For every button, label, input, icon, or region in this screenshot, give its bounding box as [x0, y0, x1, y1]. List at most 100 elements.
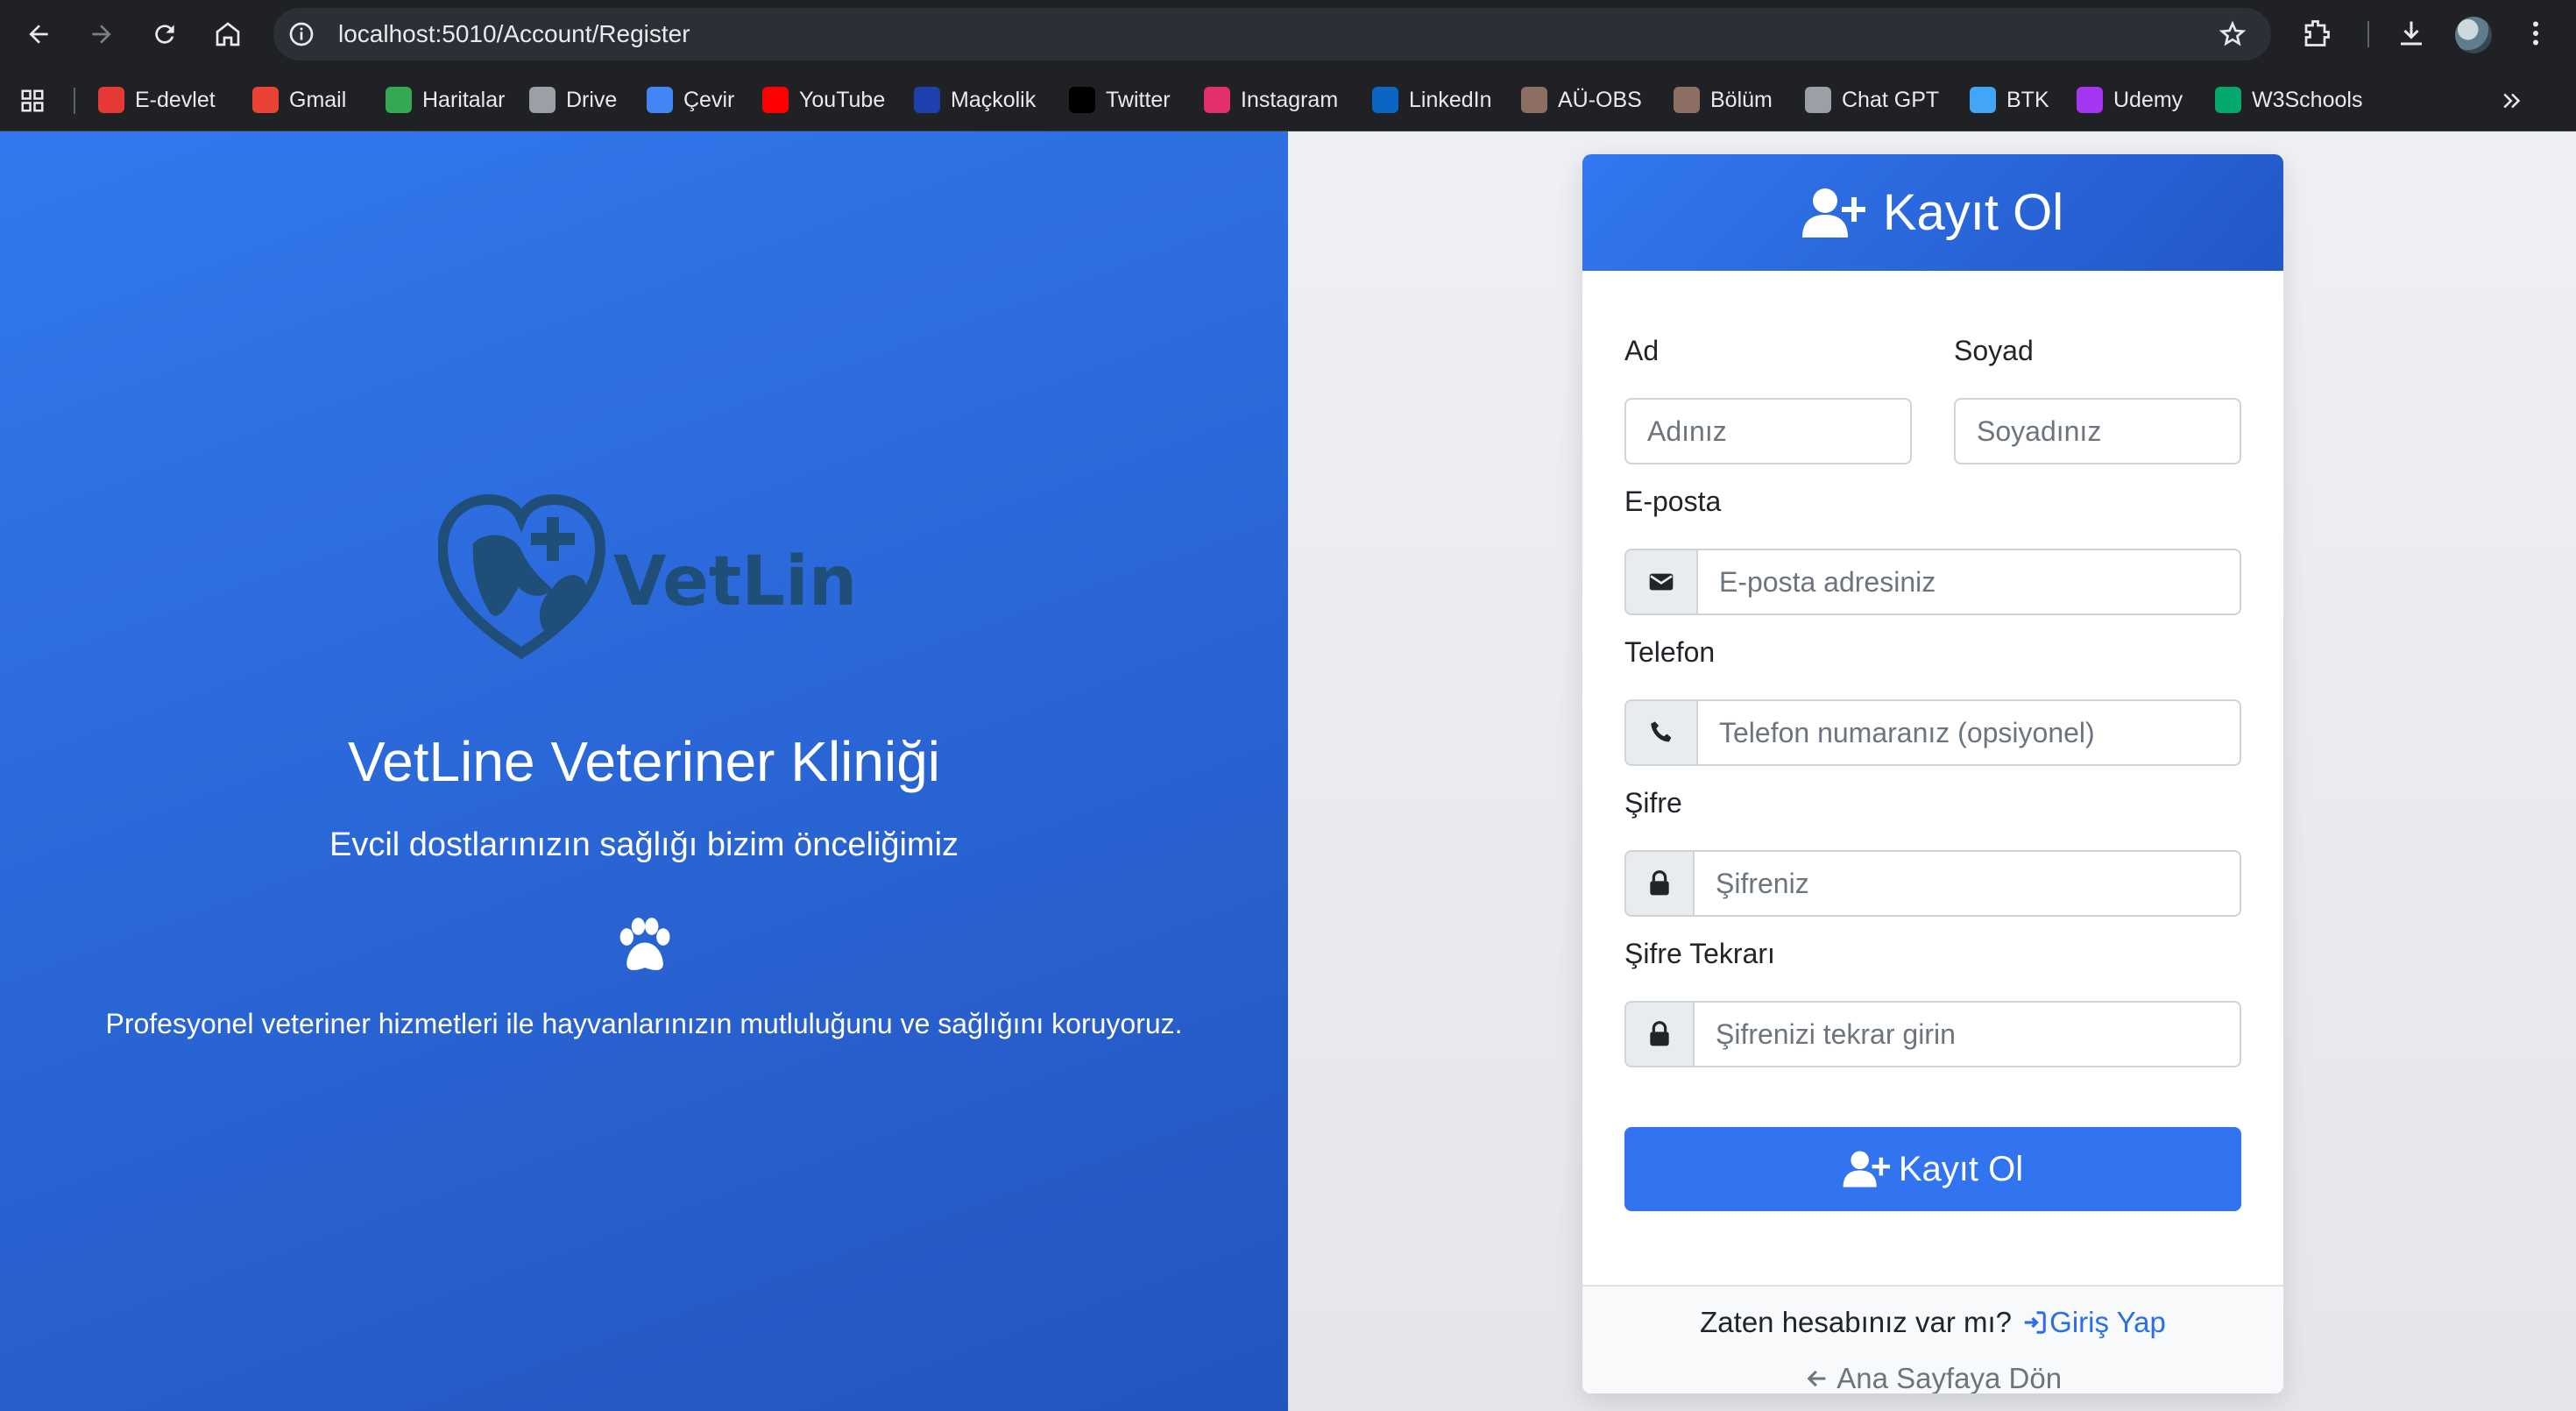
bookmark-label: AÜ-OBS	[1558, 87, 1642, 112]
back-arrow-icon	[29, 25, 48, 44]
bookmark-label: Instagram	[1241, 87, 1339, 112]
site-info-icon[interactable]	[287, 20, 315, 48]
last-name-input[interactable]: Soyadınız	[1954, 398, 2241, 464]
have-account-text: Zaten hesabınız var mı?	[1700, 1306, 2012, 1338]
bookmark-label: Gmail	[289, 87, 347, 112]
profile-avatar[interactable]	[2455, 17, 2492, 53]
download-icon[interactable]	[2396, 18, 2427, 49]
phone-label: Telefon	[1624, 636, 1716, 668]
btk-icon	[1970, 87, 1996, 113]
envelope-icon	[1649, 573, 1674, 591]
bookmark-label: Haritalar	[422, 87, 506, 112]
bookmark-w3schools[interactable]: W3Schools	[2215, 68, 2362, 131]
bookmark-gmail[interactable]: Gmail	[252, 68, 346, 131]
bookmark-star-icon[interactable]	[2219, 20, 2247, 48]
email-label: E-posta	[1624, 486, 1722, 517]
x-icon	[1069, 87, 1095, 113]
bookmark-twitter[interactable]: Twitter	[1069, 68, 1171, 131]
first-name-label: Ad	[1624, 335, 1660, 366]
user-plus-icon	[1843, 1151, 1890, 1188]
bookmark-aü-obs[interactable]: AÜ-OBS	[1521, 68, 1642, 131]
register-submit-button[interactable]: Kayıt Ol	[1624, 1127, 2241, 1211]
youtube-icon	[762, 87, 789, 113]
lock-icon	[1650, 1021, 1669, 1046]
clinic-subtitle: Evcil dostlarınızın sağlığı bizim önceli…	[329, 826, 959, 863]
udemy-icon	[2077, 87, 2103, 113]
password-confirm-addon	[1624, 1001, 1695, 1067]
password-confirm-input[interactable]: Şifrenizi tekrar girin	[1693, 1001, 2241, 1067]
bookmark-label: Maçkolik	[951, 87, 1037, 112]
reload-button[interactable]	[145, 15, 184, 53]
bookmark-instagram[interactable]: Instagram	[1204, 68, 1338, 131]
maps-icon	[386, 87, 412, 113]
bookmark-e-devlet[interactable]: E-devlet	[98, 68, 216, 131]
gmail-icon	[252, 87, 279, 113]
last-name-label: Soyad	[1954, 335, 2034, 366]
phone-addon	[1624, 699, 1698, 766]
clinic-description: Profesyonel veteriner hizmetleri ile hay…	[105, 1008, 1183, 1039]
linkedin-icon	[1372, 87, 1398, 113]
extensions-icon[interactable]	[2301, 18, 2332, 49]
bookmark-label: Çevir	[683, 87, 735, 112]
login-link-label: Giriş Yap	[2049, 1306, 2166, 1338]
first-name-input[interactable]: Adınız	[1624, 398, 1912, 464]
bookmark-label: E-devlet	[135, 87, 216, 112]
forward-button[interactable]	[82, 15, 121, 53]
browser-toolbar: localhost:5010/Account/Register	[0, 0, 2576, 68]
password-field: Şifreniz	[1624, 850, 2241, 917]
bookmark-btk[interactable]: BTK	[1970, 68, 2049, 131]
email-addon	[1624, 549, 1698, 615]
url-text: localhost:5010/Account/Register	[338, 20, 690, 47]
form-panel: Kayıt Ol Ad Adınız Soyad Soyadınız E-pos…	[1288, 131, 2576, 1411]
bookmark-label: BTK	[2006, 87, 2049, 112]
password-label: Şifre	[1624, 787, 1682, 819]
password-confirm-label: Şifre Tekrarı	[1624, 938, 1775, 969]
browser-menu-icon[interactable]	[2520, 18, 2551, 49]
more-bookmarks-chevron-icon[interactable]	[2499, 88, 2525, 114]
drive-icon	[529, 87, 556, 113]
page-viewport: VetLine VetLine Veteriner Kliniği Evcil …	[0, 131, 2576, 1411]
phone-field: Telefon numaranız (opsiyonel)	[1624, 699, 2241, 766]
email-input[interactable]: E-posta adresiniz	[1696, 549, 2241, 615]
card-footer: Zaten hesabınız var mı? Giriş Yap Ana Sa…	[1582, 1285, 2283, 1393]
card-header: Kayıt Ol	[1582, 154, 2283, 271]
vetline-logo: VetLine	[438, 493, 859, 660]
logo-wordmark: VetLine	[613, 542, 859, 621]
bookmarks-divider	[74, 88, 75, 114]
reload-icon	[155, 25, 174, 44]
bookmark-çevir[interactable]: Çevir	[647, 68, 734, 131]
bookmark-maçkolik[interactable]: Maçkolik	[914, 68, 1036, 131]
bookmark-label: Udemy	[2113, 87, 2183, 112]
address-bar[interactable]: localhost:5010/Account/Register	[273, 8, 2271, 60]
bookmark-udemy[interactable]: Udemy	[2077, 68, 2183, 131]
card-title: Kayıt Ol	[1882, 184, 2064, 241]
apps-grid-icon[interactable]	[19, 88, 46, 114]
bookmark-label: Drive	[566, 87, 618, 112]
chatgpt-icon	[1805, 87, 1831, 113]
bookmark-label: Bölüm	[1710, 87, 1773, 112]
phone-input[interactable]: Telefon numaranız (opsiyonel)	[1696, 699, 2241, 766]
user-plus-icon	[1801, 188, 1865, 238]
back-button[interactable]	[19, 15, 58, 53]
password-addon	[1624, 850, 1695, 917]
password-input[interactable]: Şifreniz	[1693, 850, 2241, 917]
sign-in-icon	[2024, 1311, 2046, 1334]
bookmark-chat-gpt[interactable]: Chat GPT	[1805, 68, 1939, 131]
login-link[interactable]: Giriş Yap	[2020, 1306, 2166, 1338]
home-link[interactable]: Ana Sayfaya Dön	[1582, 1362, 2283, 1393]
toolbar-divider	[2367, 21, 2369, 47]
bookmark-bölüm[interactable]: Bölüm	[1674, 68, 1773, 131]
home-button[interactable]	[209, 15, 247, 53]
submit-label: Kayıt Ol	[1898, 1149, 2024, 1188]
bookmark-linkedin[interactable]: LinkedIn	[1372, 68, 1492, 131]
bookmark-youtube[interactable]: YouTube	[762, 68, 885, 131]
bookmark-haritalar[interactable]: Haritalar	[386, 68, 505, 131]
forward-arrow-icon	[92, 25, 111, 44]
bookmark-drive[interactable]: Drive	[529, 68, 617, 131]
bookmark-label: Chat GPT	[1842, 87, 1940, 112]
bookmark-label: Twitter	[1106, 87, 1171, 112]
bookmark-label: W3Schools	[2252, 87, 2363, 112]
home-icon	[216, 22, 240, 46]
hero-panel: VetLine VetLine Veteriner Kliniği Evcil …	[0, 131, 1288, 1411]
phone-icon	[1651, 721, 1672, 742]
